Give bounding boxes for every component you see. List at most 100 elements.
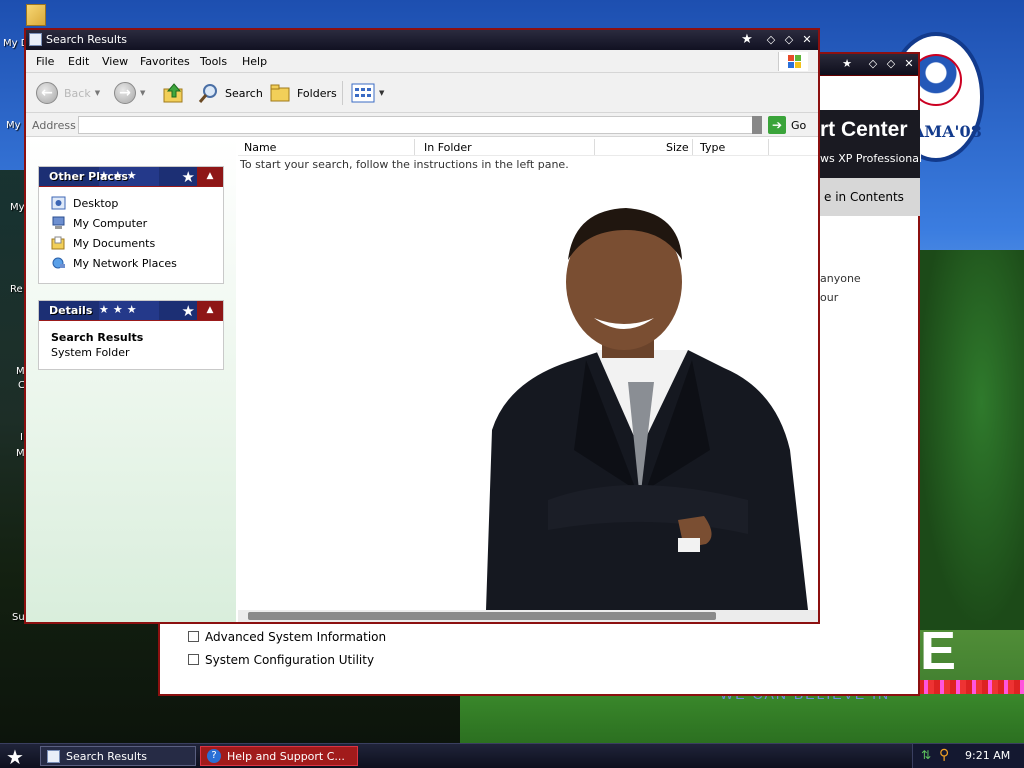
help-link-label[interactable]: System Configuration Utility [205,653,374,667]
details-panel: Details ★★★ ★ ▲ Search Results System Fo… [38,300,224,370]
star-icon: ★ [181,168,195,186]
chevron-down-icon[interactable]: ▼ [140,89,145,97]
views-button[interactable]: ▼ [342,81,384,105]
task-label: Search Results [66,749,148,763]
column-divider[interactable] [692,139,693,155]
close-icon[interactable]: ✕ [902,57,916,71]
bullet-box-icon [188,654,199,665]
details-name: Search Results [51,331,144,344]
desktop-icon-label[interactable]: Su [12,612,25,623]
place-label: My Computer [73,216,148,230]
address-dropdown[interactable] [752,116,762,134]
back-arrow-icon: ← [36,82,58,104]
place-label: My Network Places [73,256,177,270]
details-title: Details [49,304,93,317]
up-folder-icon [163,83,183,103]
search-button[interactable]: Search [198,81,263,105]
column-divider[interactable] [414,139,415,155]
address-input[interactable] [78,116,762,134]
minimize-icon[interactable]: ◇ [866,57,880,71]
help-link-label[interactable]: Advanced System Information [205,630,386,644]
forward-button[interactable]: → ▼ [114,81,145,105]
search-hint-text: To start your search, follow the instruc… [240,158,569,171]
menu-bar: File Edit View Favorites Tools Help [26,50,818,73]
search-window-icon [29,33,42,46]
desktop-icon-label[interactable]: My [10,202,25,213]
place-my-documents[interactable]: My Documents [51,235,155,251]
help-text-fragment: anyone [820,272,861,285]
up-folder-button[interactable] [162,81,186,105]
search-label: Search [225,86,263,100]
place-desktop[interactable]: Desktop [51,195,118,211]
menu-favorites[interactable]: Favorites [140,55,190,68]
wallpaper-tree [918,250,1024,630]
desktop-icon-label[interactable]: My [6,120,21,131]
help-toc-link[interactable]: e in Contents [824,190,904,204]
collapse-chevron-icon[interactable]: ▲ [197,301,223,320]
column-name[interactable]: Name [244,141,276,154]
system-tray: ⇅ ⚲ 9:21 AM [912,744,1024,768]
search-results-window[interactable]: Search Results ★ ◇ ◇ ✕ File Edit View Fa… [24,28,820,624]
go-button[interactable]: ➔ Go [768,116,806,134]
task-help-support[interactable]: ? Help and Support C... [200,746,358,766]
maximize-icon[interactable]: ◇ [782,33,796,47]
task-pane: Other Places ★★★ ★ ▲ Desktop My Computer… [26,138,236,622]
wallpaper-letter: E [920,621,957,681]
collapse-chevron-icon[interactable]: ▲ [197,167,223,186]
maximize-icon[interactable]: ◇ [884,57,898,71]
column-size[interactable]: Size [666,141,689,154]
menu-help[interactable]: Help [242,55,267,68]
chevron-down-icon[interactable]: ▼ [95,89,100,97]
details-type: System Folder [51,346,130,359]
column-header: Name In Folder Size Type [238,138,818,156]
chevron-down-icon[interactable]: ▼ [379,89,384,97]
help-text-fragment: our [820,291,839,304]
network-tray-icon[interactable]: ⇅ [921,748,931,762]
scrollbar-thumb[interactable] [248,612,716,620]
search-tray-icon[interactable]: ⚲ [939,747,949,763]
help-icon: ? [207,749,221,763]
window-title: Search Results [46,33,128,46]
other-places-panel: Other Places ★★★ ★ ▲ Desktop My Computer… [38,166,224,284]
logo-text: AMA'08 [912,122,982,141]
folders-button[interactable]: Folders [270,81,337,105]
column-divider[interactable] [594,139,595,155]
window-titlebar[interactable]: Search Results ★ ◇ ◇ ✕ [26,30,818,50]
task-search-results[interactable]: Search Results [40,746,196,766]
help-nav-bar: e in Contents [820,178,920,216]
menu-view[interactable]: View [102,55,128,68]
column-type[interactable]: Type [700,141,725,154]
help-link-system-config[interactable]: System Configuration Utility [188,653,374,667]
go-label: Go [791,118,807,132]
place-my-network-places[interactable]: My Network Places [51,255,177,271]
other-places-header[interactable]: Other Places ★★★ ★ ▲ [39,167,223,187]
place-label: My Documents [73,236,156,250]
toolbar: ← Back ▼ → ▼ Search Folders ▼ [26,73,818,113]
back-button[interactable]: ← Back ▼ [36,81,100,105]
column-divider[interactable] [768,139,769,155]
desktop-icon-label[interactable]: Re [10,284,23,295]
help-banner-title: rt Center [820,118,908,141]
column-in-folder[interactable]: In Folder [424,141,472,154]
horizontal-scrollbar[interactable] [238,610,818,622]
desktop-icon-label[interactable]: I [20,432,23,443]
menu-tools[interactable]: Tools [200,55,227,68]
views-icon [351,83,375,103]
stars-decoration: ★★★ [99,169,141,182]
place-my-computer[interactable]: My Computer [51,215,147,231]
help-link-advanced-system-info[interactable]: Advanced System Information [188,630,386,644]
minimize-icon[interactable]: ◇ [764,33,778,47]
address-label: Address [32,119,76,132]
close-icon[interactable]: ✕ [800,33,814,47]
clock[interactable]: 9:21 AM [965,749,1010,762]
details-header[interactable]: Details ★★★ ★ ▲ [39,301,223,321]
search-icon [198,84,217,103]
folders-icon [270,84,290,102]
star-icon: ★ [181,302,195,320]
start-star-icon[interactable]: ★ [6,745,24,768]
wallpaper-flowers [918,680,1024,694]
menu-edit[interactable]: Edit [68,55,89,68]
menu-file[interactable]: File [36,55,54,68]
network-icon [52,257,65,269]
desktop-folder-icon[interactable] [26,4,46,26]
